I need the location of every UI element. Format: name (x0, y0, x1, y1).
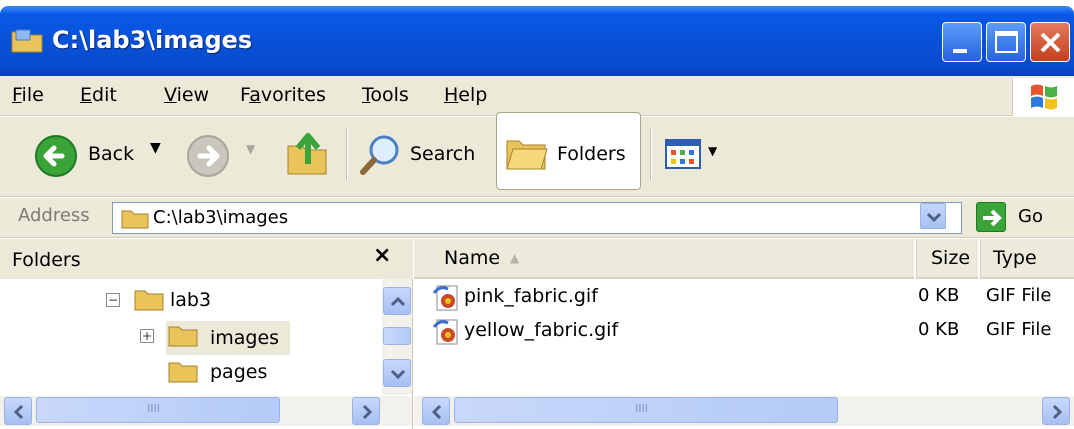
menu-bar: File Edit View Favorites Tools Help (0, 76, 1074, 116)
file-size: 0 KB (918, 319, 960, 340)
menu-view[interactable]: View (164, 84, 209, 106)
scroll-grip: IIII (635, 402, 648, 415)
file-name: yellow_fabric.gif (464, 319, 619, 341)
back-label[interactable]: Back (88, 143, 134, 165)
scroll-thumb[interactable]: IIII (36, 397, 280, 423)
maximize-icon (995, 31, 1018, 53)
column-name-label: Name (444, 247, 501, 269)
chevron-down-icon (390, 369, 406, 380)
folder-icon (168, 326, 198, 347)
scroll-left-button[interactable] (422, 397, 450, 425)
views-icon[interactable] (664, 138, 704, 172)
close-button[interactable] (1030, 22, 1070, 62)
tree-item-images[interactable]: images (210, 327, 279, 349)
menu-favorites[interactable]: Favorites (240, 84, 326, 106)
menu-help[interactable]: Help (444, 84, 487, 106)
chevron-down-icon (926, 212, 942, 223)
up-folder-icon[interactable] (284, 128, 332, 180)
menu-tools[interactable]: Tools (362, 84, 409, 106)
folder-icon (11, 29, 43, 53)
menu-file[interactable]: File (12, 84, 44, 106)
chevron-right-icon (1052, 404, 1063, 420)
scroll-down-button[interactable] (383, 359, 411, 387)
chevron-up-icon (390, 296, 406, 307)
file-type: GIF File (986, 285, 1052, 306)
column-header-size[interactable]: Size (916, 239, 978, 279)
address-value: C:\lab3\images (153, 207, 289, 228)
tree-collapse-icon[interactable]: − (106, 293, 120, 307)
windows-logo (1012, 78, 1074, 116)
address-input[interactable]: C:\lab3\images (112, 202, 962, 234)
scroll-right-button[interactable] (1042, 397, 1070, 425)
search-icon[interactable] (358, 130, 404, 180)
toolbar-separator (650, 128, 652, 180)
minimize-icon (953, 49, 967, 53)
forward-dropdown-icon[interactable]: ▼ (246, 142, 255, 156)
scroll-thumb[interactable] (383, 327, 411, 345)
file-list-horizontal-scrollbar[interactable]: IIII (414, 396, 1074, 426)
folders-horizontal-scrollbar[interactable]: IIII (0, 396, 412, 426)
go-label[interactable]: Go (1018, 206, 1043, 227)
chevron-left-icon (431, 404, 442, 420)
address-bar: Address C:\lab3\images Go (0, 198, 1074, 238)
list-item[interactable]: pink_fabric.gif 0 KB GIF File (414, 281, 1074, 315)
forward-arrow-icon[interactable] (186, 134, 230, 178)
search-label[interactable]: Search (410, 143, 475, 165)
sort-ascending-icon: ▲ (510, 251, 520, 265)
folder-icon (121, 210, 149, 229)
windows-logo-icon (1031, 84, 1057, 110)
file-type: GIF File (986, 319, 1052, 340)
chevron-left-icon (13, 404, 24, 420)
back-dropdown-icon[interactable]: ▼ (150, 140, 161, 156)
window-title: C:\lab3\images (52, 26, 253, 54)
tree-item-lab3[interactable]: lab3 (170, 289, 211, 311)
maximize-button[interactable] (986, 22, 1026, 62)
go-button[interactable] (976, 202, 1006, 232)
file-name: pink_fabric.gif (464, 285, 598, 307)
scroll-thumb[interactable]: IIII (454, 397, 838, 423)
folders-icon (506, 140, 548, 170)
gif-file-icon (432, 319, 458, 345)
scroll-right-button[interactable] (352, 397, 380, 425)
title-bar[interactable]: C:\lab3\images (0, 6, 1074, 76)
folders-pane-close-button[interactable]: × (373, 243, 391, 268)
address-label: Address (18, 205, 90, 226)
toolbar-separator (346, 128, 348, 180)
column-header-type[interactable]: Type (980, 239, 1074, 279)
back-arrow-icon[interactable] (34, 134, 78, 178)
chevron-right-icon (362, 404, 373, 420)
folders-label: Folders (557, 143, 626, 165)
gif-file-icon (432, 285, 458, 311)
go-arrow-icon (983, 209, 1002, 227)
column-size-label: Size (931, 247, 971, 269)
minimize-button[interactable] (942, 22, 982, 62)
address-dropdown-button[interactable] (920, 203, 946, 229)
file-size: 0 KB (918, 285, 960, 306)
folder-icon (134, 290, 164, 311)
views-dropdown-icon[interactable]: ▼ (708, 144, 717, 158)
folders-button[interactable]: Folders (496, 112, 641, 190)
scroll-left-button[interactable] (4, 397, 32, 425)
scroll-up-button[interactable] (383, 287, 411, 315)
column-type-label: Type (993, 247, 1037, 269)
folders-pane-header: Folders × (0, 239, 413, 279)
tree-expand-icon[interactable]: + (140, 329, 154, 343)
column-header-name[interactable]: Name ▲ (414, 239, 914, 279)
close-icon (1040, 32, 1061, 53)
folder-icon (168, 362, 198, 383)
tree-item-pages[interactable]: pages (210, 361, 267, 383)
menu-edit[interactable]: Edit (80, 84, 117, 106)
folders-pane-title: Folders (12, 249, 81, 271)
scroll-grip: IIII (147, 402, 160, 415)
list-item[interactable]: yellow_fabric.gif 0 KB GIF File (414, 315, 1074, 349)
folders-vertical-scrollbar[interactable] (382, 279, 412, 395)
